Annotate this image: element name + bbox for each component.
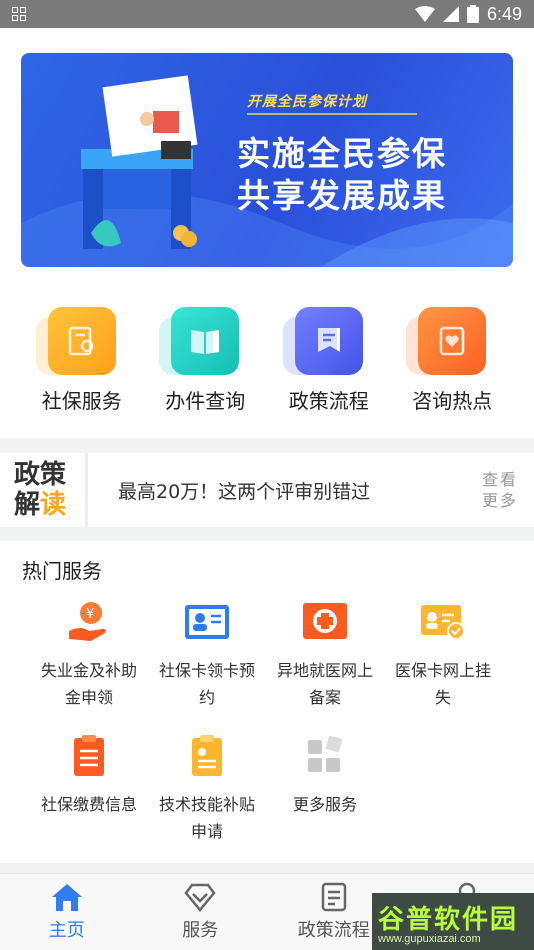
policy-tag-line2: 解读 xyxy=(14,490,85,520)
tab-label: 主页 xyxy=(48,920,85,941)
status-right: 6:49 xyxy=(414,3,522,25)
tab-label: 政策流程 xyxy=(297,920,370,941)
status-time: 6:49 xyxy=(486,3,522,24)
home-icon xyxy=(51,884,82,911)
diamond-icon xyxy=(184,883,216,912)
policy-interpretation-bar[interactable]: 政策 解读 最高20万！这两个评审别错过 查看 更多 xyxy=(0,453,534,527)
quick-action-social-service[interactable]: 社保服务 xyxy=(27,307,137,414)
service-label: 失业金及补助金申领 xyxy=(40,661,137,707)
skill-form-icon xyxy=(183,731,231,779)
hot-services-title: 热门服务 xyxy=(22,559,102,583)
medical-cross-icon xyxy=(301,597,349,645)
subsidy-yen-icon: ¥ xyxy=(65,597,113,645)
battery-icon xyxy=(466,5,479,23)
signal-icon xyxy=(442,6,459,22)
document-search-icon xyxy=(35,307,116,375)
policy-more-line2: 更多 xyxy=(482,491,519,510)
policy-tag-line1: 政策 xyxy=(14,460,67,490)
site-watermark: 谷普软件园 www.gupuxiazai.com xyxy=(372,893,534,950)
service-label: 异地就医网上备案 xyxy=(276,661,373,707)
service-remote-medical-filing[interactable]: 异地就医网上备案 xyxy=(266,597,384,711)
service-label: 更多服务 xyxy=(292,795,357,814)
open-book-icon xyxy=(159,307,240,375)
policy-more-link[interactable]: 查看 更多 xyxy=(482,469,534,511)
status-bar: 6:49 xyxy=(0,0,534,28)
watermark-url: www.gupuxiazai.com xyxy=(378,933,481,945)
hot-services-section: 热门服务 ¥ 失业金及补助金申领 社保卡领卡预约 异地就医网上备案 医保卡网上挂… xyxy=(0,541,534,863)
banner-subtitle: 开展全民参保计划 xyxy=(247,94,367,110)
service-card-appointment[interactable]: 社保卡领卡预约 xyxy=(148,597,266,711)
tab-home[interactable]: 主页 xyxy=(0,874,134,950)
quick-action-label: 办件查询 xyxy=(165,389,246,413)
service-label: 社保缴费信息 xyxy=(40,795,137,814)
service-label: 技术技能补贴申请 xyxy=(158,795,255,841)
quick-action-label: 咨询热点 xyxy=(412,389,493,413)
tab-label: 服务 xyxy=(182,920,219,941)
policy-tag-char-b: 读 xyxy=(40,490,67,520)
more-grid-icon xyxy=(301,731,349,779)
service-label: 医保卡网上挂失 xyxy=(394,661,491,707)
quick-actions: 社保服务 办件查询 政策流程 咨询热点 xyxy=(0,307,534,414)
quick-action-case-query[interactable]: 办件查询 xyxy=(150,307,260,414)
watermark-title: 谷普软件园 xyxy=(378,905,519,935)
banner-title-line1: 实施全民参保 xyxy=(237,134,447,173)
notification-icon xyxy=(12,7,26,21)
policy-tag: 政策 解读 xyxy=(0,453,88,527)
hot-services-grid: ¥ 失业金及补助金申领 社保卡领卡预约 异地就医网上备案 医保卡网上挂失 社保缴… xyxy=(30,597,504,845)
service-payment-info[interactable]: 社保缴费信息 xyxy=(30,731,148,845)
service-card-loss-report[interactable]: 医保卡网上挂失 xyxy=(384,597,502,711)
policy-headline[interactable]: 最高20万！这两个评审别错过 xyxy=(88,477,482,504)
banner-title-line2: 共享发展成果 xyxy=(237,176,447,215)
banner-subtitle-line xyxy=(247,113,417,115)
service-unemployment-benefit[interactable]: ¥ 失业金及补助金申领 xyxy=(30,597,148,711)
quick-action-label: 政策流程 xyxy=(288,389,369,413)
policy-more-line1: 查看 xyxy=(482,470,519,489)
quick-action-label: 社保服务 xyxy=(41,389,122,413)
service-label: 社保卡领卡预约 xyxy=(158,661,255,707)
policy-doc-icon xyxy=(282,307,363,375)
service-skill-subsidy[interactable]: 技术技能补贴申请 xyxy=(148,731,266,845)
quick-action-hot-topics[interactable]: 咨询热点 xyxy=(397,307,507,414)
top-section: 开展全民参保计划 实施全民参保 共享发展成果 社保服务 办件查询 政策流程 咨询… xyxy=(0,28,534,438)
service-more[interactable]: 更多服务 xyxy=(266,731,384,845)
quick-action-policy-flow[interactable]: 政策流程 xyxy=(274,307,384,414)
wifi-icon xyxy=(414,6,435,22)
policy-tag-char-a: 解 xyxy=(14,490,41,520)
promo-banner[interactable]: 开展全民参保计划 实施全民参保 共享发展成果 xyxy=(21,53,513,267)
id-card-icon xyxy=(183,597,231,645)
card-check-icon xyxy=(419,597,467,645)
heart-card-icon xyxy=(406,307,487,375)
document-icon xyxy=(321,882,346,912)
tab-services[interactable]: 服务 xyxy=(134,874,268,950)
svg-text:¥: ¥ xyxy=(86,607,94,622)
payment-list-icon xyxy=(65,731,113,779)
